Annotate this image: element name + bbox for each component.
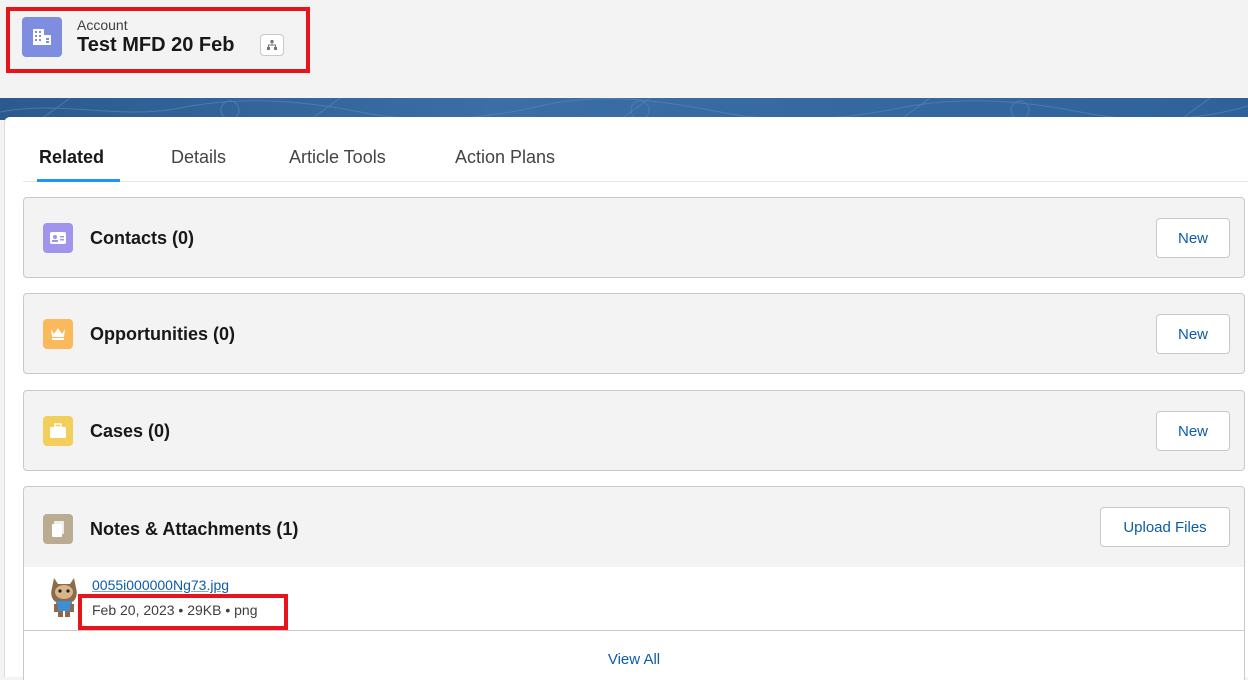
- view-all-row: View All: [23, 630, 1245, 680]
- tab-details[interactable]: Details: [171, 147, 226, 181]
- crown-icon: [43, 319, 73, 349]
- briefcase-icon: [43, 416, 73, 446]
- related-list-cases: Cases (0) New: [23, 390, 1245, 471]
- cases-title[interactable]: Cases (0): [90, 421, 170, 442]
- contacts-title[interactable]: Contacts (0): [90, 228, 194, 249]
- tab-article-tools[interactable]: Article Tools: [289, 147, 386, 181]
- attachment-meta: Feb 20, 2023 • 29KB • png: [92, 602, 258, 618]
- hierarchy-icon: [267, 40, 277, 50]
- tab-action-plans[interactable]: Action Plans: [455, 147, 555, 181]
- view-all-link[interactable]: View All: [24, 651, 1244, 668]
- main-panel: Related Details Article Tools Action Pla…: [4, 117, 1248, 680]
- account-building-icon: [22, 17, 62, 57]
- notes-attachments-title[interactable]: Notes & Attachments (1): [90, 519, 298, 540]
- record-header: Account Test MFD 20 Feb: [0, 0, 1248, 98]
- opportunities-title[interactable]: Opportunities (0): [90, 324, 235, 345]
- related-list-notes-attachments: Notes & Attachments (1) Upload Files: [23, 486, 1245, 568]
- new-case-button[interactable]: New: [1156, 411, 1230, 451]
- attachment-row: 0055i000000Ng73.jpg Feb 20, 2023 • 29KB …: [23, 567, 1245, 630]
- view-hierarchy-button[interactable]: [260, 34, 284, 56]
- tab-related[interactable]: Related: [36, 147, 121, 182]
- upload-files-button[interactable]: Upload Files: [1100, 507, 1230, 547]
- document-icon: [43, 514, 73, 544]
- related-list-opportunities: Opportunities (0) New: [23, 293, 1245, 374]
- file-thumbnail-icon[interactable]: [46, 574, 82, 618]
- related-list-contacts: Contacts (0) New: [23, 197, 1245, 278]
- tab-bar: Related Details Article Tools Action Pla…: [23, 137, 1248, 182]
- attachment-file-link[interactable]: 0055i000000Ng73.jpg: [92, 577, 229, 593]
- contact-card-icon: [43, 223, 73, 253]
- record-title: Test MFD 20 Feb: [77, 34, 235, 56]
- new-opportunity-button[interactable]: New: [1156, 314, 1230, 354]
- object-type-label: Account: [77, 17, 128, 33]
- new-contact-button[interactable]: New: [1156, 218, 1230, 258]
